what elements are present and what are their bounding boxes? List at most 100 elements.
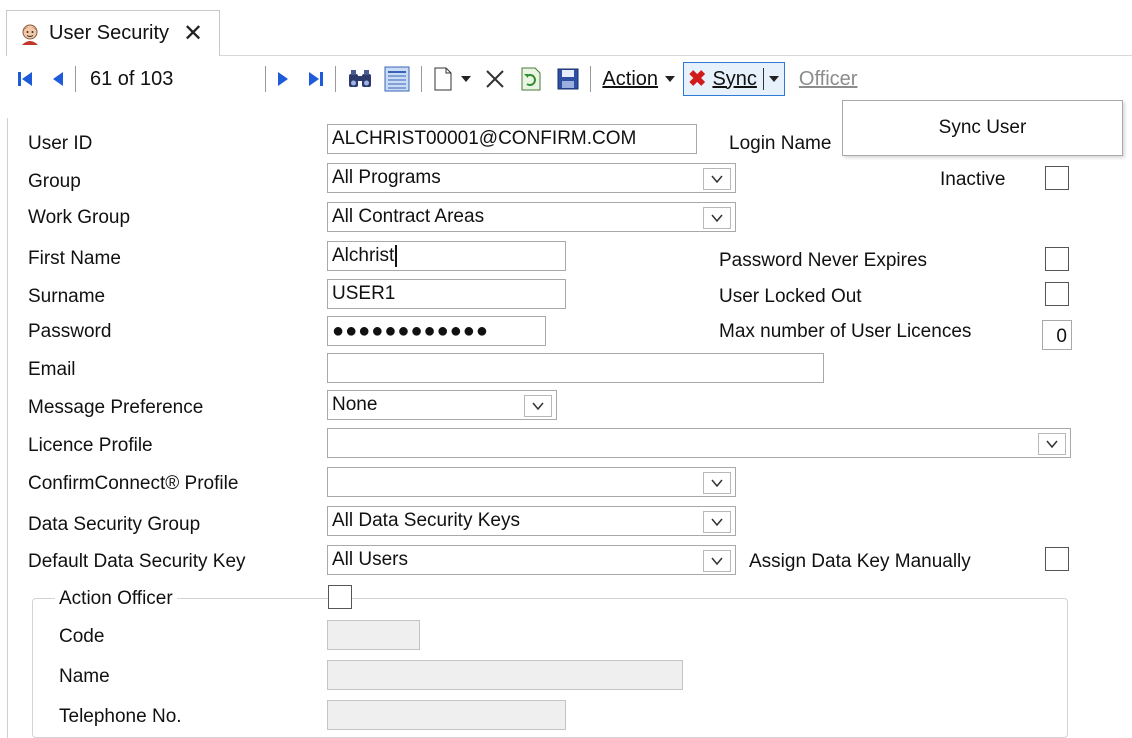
previous-record-button[interactable] [52,63,64,95]
new-document-icon [434,67,452,91]
data-security-group-label: Data Security Group [28,514,201,535]
delete-button[interactable] [485,63,505,95]
inactive-label: Inactive [940,169,1006,190]
login-name-label: Login Name [729,133,832,154]
sync-label: Sync [712,67,757,90]
find-button[interactable] [347,63,373,95]
confirmconnect-profile-combo[interactable] [327,467,736,497]
default-data-security-key-value: All Users [332,549,409,570]
first-name-label: First Name [28,248,121,269]
tab-user-security[interactable]: User Security ✕ [6,10,220,56]
licence-profile-combo[interactable] [327,428,1071,458]
surname-label: Surname [28,286,106,307]
message-preference-dropdown-button[interactable] [524,395,552,417]
licence-profile-dropdown-button[interactable] [1038,433,1066,455]
chevron-down-icon [711,479,723,487]
next-record-button[interactable] [277,63,289,95]
toolbar-separator [335,66,337,92]
toolbar-separator [75,66,76,92]
max-licences-input[interactable]: 0 [1042,320,1072,350]
password-label: Password [28,321,112,342]
password-input[interactable]: ●●●●●●●●●●●● [327,316,546,346]
binoculars-icon [349,70,372,87]
group-combo[interactable]: All Programs [327,163,736,193]
action-label: Action [602,67,659,90]
first-name-input[interactable]: Alchrist [327,241,566,271]
user-locked-out-label: User Locked Out [719,286,862,307]
work-group-label: Work Group [28,207,131,228]
data-security-group-dropdown-button[interactable] [703,511,731,533]
work-group-combo[interactable]: All Contract Areas [327,202,736,232]
refresh-button[interactable] [520,63,542,95]
max-licences-label: Max number of User Licences [719,321,972,342]
record-toolbar: 61 of 103 Action ✖ Sync Officer [0,56,1132,102]
action-officer-checkbox[interactable] [328,585,352,609]
save-disk-icon [557,68,579,90]
first-name-value: Alchrist [332,245,395,266]
action-officer-label: Action Officer [55,589,177,608]
message-preference-combo[interactable]: None [327,390,557,420]
email-label: Email [28,359,76,380]
next-record-icon [278,72,289,86]
group-value: All Programs [332,167,441,188]
default-data-security-key-dropdown-button[interactable] [703,550,731,572]
toolbar-separator [421,66,423,92]
group-label: Group [28,171,81,192]
surname-input[interactable]: USER1 [327,279,566,309]
email-input[interactable] [327,353,824,383]
toolbar-separator [590,66,592,92]
officer-button[interactable]: Officer [799,68,858,91]
user-id-label: User ID [28,133,93,154]
work-group-dropdown-button[interactable] [703,207,731,229]
password-never-expires-checkbox[interactable] [1045,247,1069,271]
user-id-input[interactable]: ALCHRIST00001@CONFIRM.COM [327,124,697,154]
chevron-down-icon[interactable] [768,75,780,83]
confirmconnect-profile-dropdown-button[interactable] [703,472,731,494]
form-left-border [7,118,8,738]
telephone-label: Telephone No. [59,706,182,727]
tab-strip: User Security ✕ [0,0,1132,56]
delete-x-icon [486,70,505,88]
save-button[interactable] [557,63,579,95]
inactive-checkbox[interactable] [1045,166,1069,190]
user-icon [19,23,41,45]
menu-item-sync-user[interactable]: Sync User [939,117,1027,139]
assign-data-key-manually-checkbox[interactable] [1045,547,1069,571]
chevron-down-icon [711,518,723,526]
action-menu-button[interactable]: Action [602,63,676,95]
confirmconnect-profile-label: ConfirmConnect® Profile [28,473,239,494]
tab-title: User Security [49,22,170,44]
name-label: Name [59,666,110,687]
group-dropdown-button[interactable] [703,168,731,190]
toolbar-separator [265,66,267,92]
password-never-expires-label: Password Never Expires [719,250,928,271]
first-record-icon [18,72,32,86]
sync-split-button[interactable]: ✖ Sync [683,62,785,96]
last-record-icon [309,72,324,86]
sync-x-icon: ✖ [688,66,707,91]
code-input [327,620,420,650]
data-security-group-combo[interactable]: All Data Security Keys [327,506,736,536]
first-record-button[interactable] [17,63,33,95]
work-group-value: All Contract Areas [332,206,485,227]
list-view-button[interactable] [384,63,410,95]
code-label: Code [59,626,105,647]
assign-data-key-manually-label: Assign Data Key Manually [749,551,971,572]
new-record-dropdown[interactable] [460,63,472,95]
chevron-down-icon [1046,440,1058,448]
user-locked-out-checkbox[interactable] [1045,282,1069,306]
previous-record-icon [53,72,63,86]
last-record-button[interactable] [308,63,324,95]
close-tab-icon[interactable]: ✕ [183,21,203,46]
message-preference-value: None [332,394,378,415]
message-preference-label: Message Preference [28,397,204,418]
new-record-button[interactable] [433,63,453,95]
list-view-icon [384,66,410,92]
chevron-down-icon [711,175,723,183]
officer-label: Officer [798,67,858,90]
refresh-icon [521,67,541,91]
licence-profile-label: Licence Profile [28,435,153,456]
chevron-down-icon [532,402,544,410]
name-input [327,660,683,690]
default-data-security-key-combo[interactable]: All Users [327,545,736,575]
